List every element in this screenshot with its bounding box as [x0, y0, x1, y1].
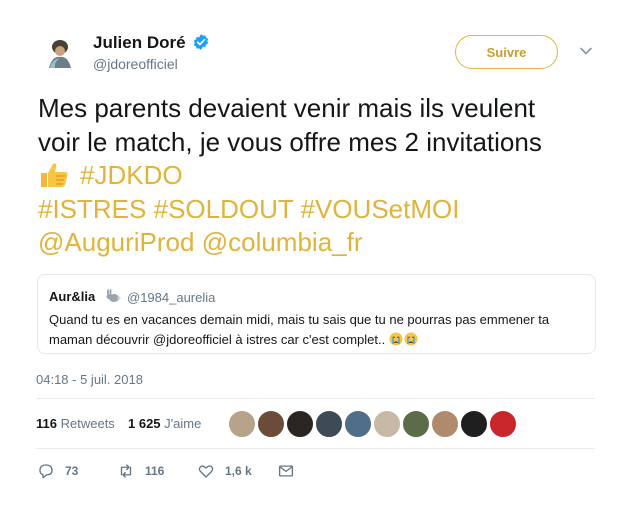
author-name[interactable]: Julien Doré — [93, 33, 186, 53]
retweets-stat[interactable]: 116 Retweets — [36, 416, 115, 431]
liker-avatar[interactable] — [489, 410, 517, 438]
hashtag-link[interactable]: #VOUSetMOI — [301, 194, 460, 224]
mention-link[interactable]: @AuguriProd — [38, 227, 194, 257]
quoted-author-name: Aur&lia — [49, 289, 96, 304]
avatar[interactable] — [40, 32, 80, 72]
reply-button[interactable]: 73 — [37, 461, 78, 481]
direct-message-button[interactable] — [277, 461, 305, 481]
liker-avatar[interactable] — [431, 410, 459, 438]
tweet-text: Mes parents devaient venir mais ils veul… — [38, 92, 608, 260]
hashtag-link[interactable]: #JDKDO — [80, 160, 183, 190]
verified-badge-icon — [193, 34, 209, 50]
quoted-text-line: Quand tu es en vacances demain midi, mai… — [49, 312, 550, 327]
likes-stat[interactable]: 1 625 J'aime — [128, 416, 201, 431]
reply-count: 73 — [65, 464, 79, 478]
likes-label: J'aime — [164, 416, 202, 431]
tweet: Julien Doré @jdoreofficiel Suivre Mes pa… — [0, 0, 631, 513]
timestamp[interactable]: 04:18 - 5 juil. 2018 — [36, 372, 143, 387]
divider — [36, 448, 595, 449]
retweet-button[interactable]: 116 — [117, 461, 164, 481]
quoted-tweet[interactable]: Aur&lia @1984_aurelia Quand tu es en vac… — [37, 274, 596, 354]
quoted-author-handle: @1984_aurelia — [127, 290, 216, 305]
liker-avatar[interactable] — [286, 410, 314, 438]
likes-count: 1 625 — [128, 416, 161, 431]
retweets-label: Retweets — [60, 416, 115, 431]
tweet-text-line: Mes parents devaient venir mais ils veul… — [38, 93, 536, 123]
quoted-text: Quand tu es en vacances demain midi, mai… — [49, 310, 589, 350]
heart-icon — [198, 465, 214, 478]
liker-avatar[interactable] — [228, 410, 256, 438]
envelope-icon — [278, 465, 294, 477]
crying-face-icon — [404, 332, 418, 346]
quoted-text-line: maman découvrir @jdoreofficiel à istres … — [49, 332, 386, 347]
thumbs-up-icon — [41, 163, 68, 187]
follow-button[interactable]: Suivre — [455, 35, 558, 69]
retweet-count: 116 — [145, 464, 165, 478]
retweets-count: 116 — [36, 416, 57, 431]
avatar-icon — [40, 32, 80, 72]
liker-avatar[interactable] — [315, 410, 343, 438]
liker-avatar[interactable] — [402, 410, 430, 438]
reply-icon — [39, 464, 53, 479]
liker-avatar[interactable] — [373, 410, 401, 438]
tweet-text-line: voir le match, je vous offre mes 2 invit… — [38, 126, 542, 157]
rabbit-icon — [106, 289, 121, 302]
hashtag-link[interactable]: #SOLDOUT — [154, 194, 294, 224]
like-button[interactable]: 1,6 k — [197, 461, 252, 481]
retweet-icon — [120, 464, 132, 478]
liker-avatar[interactable] — [460, 410, 488, 438]
hashtag-link[interactable]: #ISTRES — [38, 194, 146, 224]
liker-avatar[interactable] — [257, 410, 285, 438]
mention-link[interactable]: @columbia_fr — [202, 227, 363, 257]
chevron-down-icon[interactable] — [579, 44, 593, 58]
liker-avatar[interactable] — [344, 410, 372, 438]
like-count: 1,6 k — [225, 464, 252, 478]
crying-face-icon — [389, 332, 403, 346]
divider — [36, 398, 595, 399]
author-handle[interactable]: @jdoreofficiel — [93, 56, 178, 72]
